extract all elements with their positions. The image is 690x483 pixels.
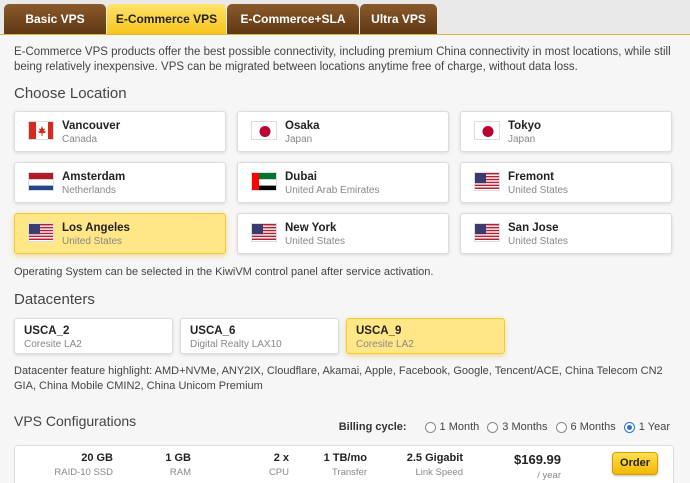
datacenter-provider: Coresite LA2 (356, 339, 414, 350)
spec-value: 1 GB (165, 452, 191, 464)
location-name: Vancouver (62, 120, 121, 132)
datacenter-name: USCA_9 (356, 325, 402, 337)
datacenter-card-usca-9[interactable]: USCA_9 Coresite LA2 (346, 318, 505, 354)
tab-ecommerce-vps[interactable]: E-Commerce VPS (107, 4, 226, 34)
location-country: United States (508, 236, 569, 247)
billing-option-1-month[interactable]: 1 Month (424, 421, 480, 433)
spec-label: RAM (169, 467, 191, 478)
radio-label: 1 Month (439, 421, 480, 433)
radio-button[interactable] (487, 421, 499, 433)
billing-option-1-year[interactable]: 1 Year (623, 421, 670, 433)
location-card-tokyo[interactable]: Tokyo Japan (460, 111, 672, 152)
billing-option-3-months[interactable]: 3 Months (487, 421, 548, 433)
location-country: United States (508, 185, 569, 196)
spec-value: 2.5 Gigabit (406, 452, 463, 464)
datacenter-provider: Digital Realty LAX10 (190, 339, 282, 350)
location-card-osaka[interactable]: Osaka Japan (237, 111, 449, 152)
spec-ram: 1 GB RAM (165, 452, 191, 478)
config-row: 20 GB RAID-10 SSD 1 GB RAM 2 x CPU 1 TB/… (14, 445, 674, 483)
japan-flag-icon (251, 121, 277, 140)
spec-label: Link Speed (415, 467, 463, 478)
netherlands-flag-icon (28, 172, 54, 191)
spec-value: 20 GB (81, 452, 113, 464)
canada-flag-icon (28, 121, 54, 140)
location-name: Los Angeles (62, 222, 130, 234)
spec-value: 2 x (273, 452, 289, 464)
datacenter-name: USCA_2 (24, 325, 70, 337)
location-card-vancouver[interactable]: Vancouver Canada (14, 111, 226, 152)
datacenter-name: USCA_6 (190, 325, 236, 337)
spec-cpu: 2 x CPU (269, 452, 289, 478)
location-name: San Jose (508, 222, 559, 234)
product-panel: E-Commerce VPS products offer the best p… (0, 34, 690, 483)
product-description: E-Commerce VPS products offer the best p… (14, 46, 671, 73)
location-card-new-york[interactable]: New York United States (237, 213, 449, 254)
location-name: Fremont (508, 171, 554, 183)
datacenter-highlight: Datacenter feature highlight: AMD+NVMe, … (14, 365, 663, 392)
location-name: Osaka (285, 120, 320, 132)
spec-label: RAID-10 SSD (54, 467, 113, 478)
radio-label: 6 Months (570, 421, 616, 433)
billing-cycle-label: Billing cycle: (338, 421, 407, 433)
spec-label: Transfer (331, 467, 367, 478)
location-card-los-angeles[interactable]: Los Angeles United States (14, 213, 226, 254)
usa-flag-icon (251, 223, 277, 242)
radio-button[interactable] (623, 421, 635, 433)
choose-location-title: Choose Location (14, 85, 127, 102)
spec-link-speed: 2.5 Gigabit Link Speed (407, 452, 463, 478)
location-country: Japan (508, 134, 536, 145)
location-country: United States (62, 236, 123, 247)
location-country: United States (285, 236, 346, 247)
usa-flag-icon (474, 223, 500, 242)
tab-ultra-vps[interactable]: Ultra VPS (360, 4, 437, 34)
price-value: $169.99 (514, 452, 561, 467)
location-card-amsterdam[interactable]: Amsterdam Netherlands (14, 162, 226, 203)
datacenter-card-usca-2[interactable]: USCA_2 Coresite LA2 (14, 318, 173, 354)
location-name: Amsterdam (62, 171, 126, 183)
spec-transfer: 1 TB/mo Transfer (324, 452, 367, 478)
billing-cycle: Billing cycle: 1 Month 3 Months 6 Months… (339, 421, 670, 433)
location-card-fremont[interactable]: Fremont United States (460, 162, 672, 203)
radio-label: 3 Months (502, 421, 548, 433)
location-country: Canada (62, 134, 98, 145)
radio-label: 1 Year (638, 421, 670, 433)
radio-button[interactable] (555, 421, 567, 433)
location-country: Netherlands (62, 185, 116, 196)
location-name: Tokyo (508, 120, 542, 132)
location-name: Dubai (285, 171, 317, 183)
billing-option-6-months[interactable]: 6 Months (555, 421, 616, 433)
location-country: Japan (285, 134, 313, 145)
usa-flag-icon (474, 172, 500, 191)
price-period: / year (537, 470, 561, 481)
datacenter-provider: Coresite LA2 (24, 339, 82, 350)
location-card-san-jose[interactable]: San Jose United States (460, 213, 672, 254)
datacenter-card-usca-6[interactable]: USCA_6 Digital Realty LAX10 (180, 318, 339, 354)
location-country: United Arab Emirates (285, 185, 380, 196)
tab-ecommerce-sla[interactable]: E-Commerce+SLA (227, 4, 359, 34)
spec-storage: 20 GB RAID-10 SSD (54, 452, 113, 478)
vps-configurations-title: VPS Configurations (14, 413, 137, 429)
order-button[interactable]: Order (612, 452, 658, 475)
spec-label: CPU (268, 467, 289, 478)
price: $169.99 / year (514, 452, 561, 481)
os-note: Operating System can be selected in the … (14, 266, 434, 278)
location-name: New York (285, 222, 337, 234)
datacenters-title: Datacenters (14, 291, 95, 308)
location-card-dubai[interactable]: Dubai United Arab Emirates (237, 162, 449, 203)
uae-flag-icon (251, 172, 277, 191)
japan-flag-icon (474, 121, 500, 140)
spec-value: 1 TB/mo (323, 452, 367, 464)
tab-basic-vps[interactable]: Basic VPS (4, 4, 106, 34)
radio-button[interactable] (424, 421, 436, 433)
usa-flag-icon (28, 223, 54, 242)
